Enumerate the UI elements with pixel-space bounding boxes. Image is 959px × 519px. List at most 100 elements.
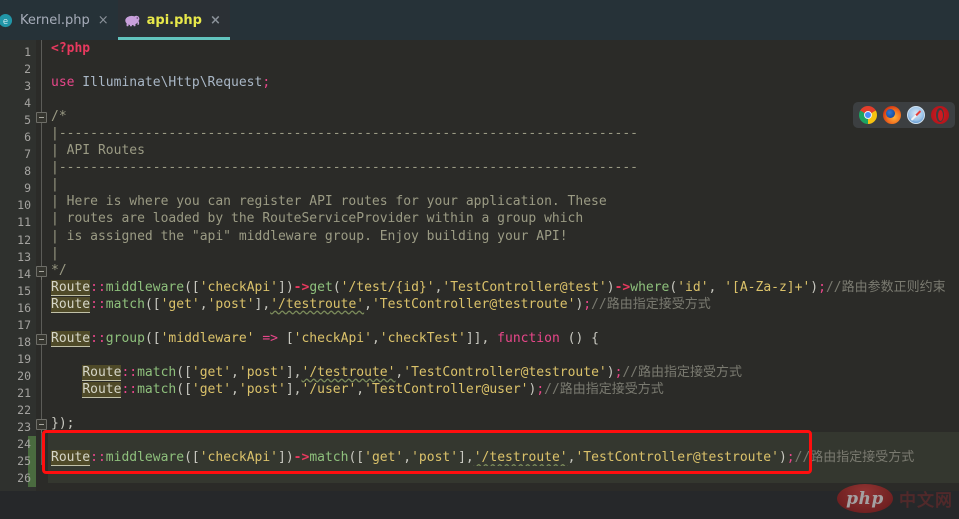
code-line-22 <box>48 398 959 415</box>
string-testroute-controller: 'TestController@testroute' <box>403 365 607 380</box>
php-elephant-icon <box>124 12 141 29</box>
string-middleware-key: 'middleware' <box>161 331 255 346</box>
fold-toggle-group-start[interactable] <box>36 334 47 345</box>
string-checkTest: 'checkTest' <box>380 331 466 346</box>
opera-icon[interactable] <box>931 106 949 124</box>
semicolon: ; <box>536 382 544 397</box>
line-number: 26 <box>0 470 31 487</box>
code-line-7: | API Routes <box>48 142 959 159</box>
line-number: 13 <box>0 249 31 266</box>
scope-operator: :: <box>90 331 106 346</box>
tab-close-icon[interactable]: × <box>210 13 221 28</box>
line-number: 16 <box>0 300 31 317</box>
scope-operator: :: <box>121 365 137 380</box>
code-line-17 <box>48 313 959 330</box>
code-line-11: | routes are loaded by the RouteServiceP… <box>48 210 959 227</box>
route-class: Route <box>82 382 121 398</box>
code-line-13: | <box>48 245 959 262</box>
code-line-23: }); <box>48 415 959 432</box>
scope-operator: :: <box>90 280 106 295</box>
indent <box>51 365 82 380</box>
string-post: 'post' <box>411 450 458 465</box>
string-testroute-controller: 'TestController@testroute' <box>575 450 779 465</box>
firefox-icon[interactable] <box>883 106 901 124</box>
code-editor[interactable]: 1234567891011121314151617181920212223242… <box>0 40 959 519</box>
scope-operator: :: <box>121 382 137 397</box>
route-class: Route <box>82 365 121 381</box>
line-number: 7 <box>0 146 31 163</box>
get-call: get <box>309 280 332 295</box>
line-number: 22 <box>0 402 31 419</box>
line-number: 3 <box>0 78 31 95</box>
comment-route-regex: //路由参数正则约束 <box>826 280 946 295</box>
doc-text-line-3: | is assigned the "api" middleware group… <box>51 229 568 244</box>
match-call: match <box>137 382 176 397</box>
match-call: match <box>106 297 145 312</box>
line-number: 18 <box>0 334 31 351</box>
route-class: Route <box>51 297 90 313</box>
where-call: where <box>630 280 669 295</box>
line-number: 2 <box>0 61 31 78</box>
string-get: 'get' <box>192 365 231 380</box>
code-line-4 <box>48 91 959 108</box>
line-number: 12 <box>0 232 31 249</box>
doc-text-line-2: | routes are loaded by the RouteServiceP… <box>51 211 583 226</box>
line-number-gutter: 1234567891011121314151617181920212223242… <box>0 40 36 519</box>
line-number: 10 <box>0 197 31 214</box>
code-line-3: use Illuminate\Http\Request; <box>48 74 959 91</box>
semicolon: ; <box>787 450 795 465</box>
code-folding-column[interactable] <box>36 40 48 519</box>
match-call: match <box>137 365 176 380</box>
string-testroute-path: '/testroute' <box>302 365 396 380</box>
line-number: 9 <box>0 180 31 197</box>
line-number: 14 <box>0 266 31 283</box>
code-line-8: |---------------------------------------… <box>48 159 959 176</box>
string-user-controller: 'TestController@user' <box>364 382 528 397</box>
editor-bottom-strip <box>0 491 959 519</box>
object-arrow: -> <box>294 450 310 465</box>
comment-route-method: //路由指定接受方式 <box>622 365 742 380</box>
doc-bar: | <box>51 177 59 192</box>
tab-label: Kernel.php <box>20 13 90 28</box>
tab-api-php[interactable]: api.php × <box>118 0 230 40</box>
fold-toggle-comment-end[interactable] <box>36 266 47 277</box>
browser-launch-toolbar[interactable] <box>853 102 955 128</box>
fold-toggle-comment-start[interactable] <box>36 112 47 123</box>
code-line-24 <box>48 432 959 449</box>
comment-open: /* <box>51 109 67 124</box>
code-line-1: <?php <box>48 40 959 57</box>
code-line-26 <box>48 466 959 483</box>
string-checkApi: 'checkApi' <box>294 331 372 346</box>
code-content[interactable]: <?php use Illuminate\Http\Request; /* |-… <box>48 40 959 519</box>
line-numbers: 1234567891011121314151617181920212223242… <box>0 44 31 487</box>
code-line-12: | is assigned the "api" middleware group… <box>48 228 959 245</box>
string-test-controller: 'TestController@test' <box>442 280 606 295</box>
line-number: 8 <box>0 163 31 180</box>
line-number: 21 <box>0 385 31 402</box>
use-namespace: Illuminate\Http\Request <box>74 75 262 90</box>
semicolon: ; <box>818 280 826 295</box>
doc-text-line-1: | Here is where you can register API rou… <box>51 194 607 209</box>
comment-close: */ <box>51 263 67 278</box>
chrome-icon[interactable] <box>859 106 877 124</box>
string-post: 'post' <box>239 365 286 380</box>
code-line-18: Route::group(['middleware' => ['checkApi… <box>48 330 959 347</box>
safari-icon[interactable] <box>907 106 925 124</box>
code-line-10: | Here is where you can register API rou… <box>48 193 959 210</box>
tab-kernel-php[interactable]: e Kernel.php × <box>0 0 118 40</box>
route-class: Route <box>51 280 90 296</box>
string-user-path: '/user' <box>302 382 357 397</box>
object-arrow: -> <box>294 280 310 295</box>
line-number: 20 <box>0 368 31 385</box>
fold-toggle-group-end[interactable] <box>36 419 47 430</box>
doc-rule: |---------------------------------------… <box>51 126 638 141</box>
code-line-2 <box>48 57 959 74</box>
code-line-16: Route::match(['get','post'],'/testroute'… <box>48 296 959 313</box>
svg-text:e: e <box>3 15 8 25</box>
doc-rule: |---------------------------------------… <box>51 160 638 175</box>
line-number: 15 <box>0 283 31 300</box>
tab-close-icon[interactable]: × <box>98 13 109 28</box>
match-call: match <box>309 450 348 465</box>
string-id: 'id' <box>677 280 708 295</box>
code-line-9: | <box>48 176 959 193</box>
